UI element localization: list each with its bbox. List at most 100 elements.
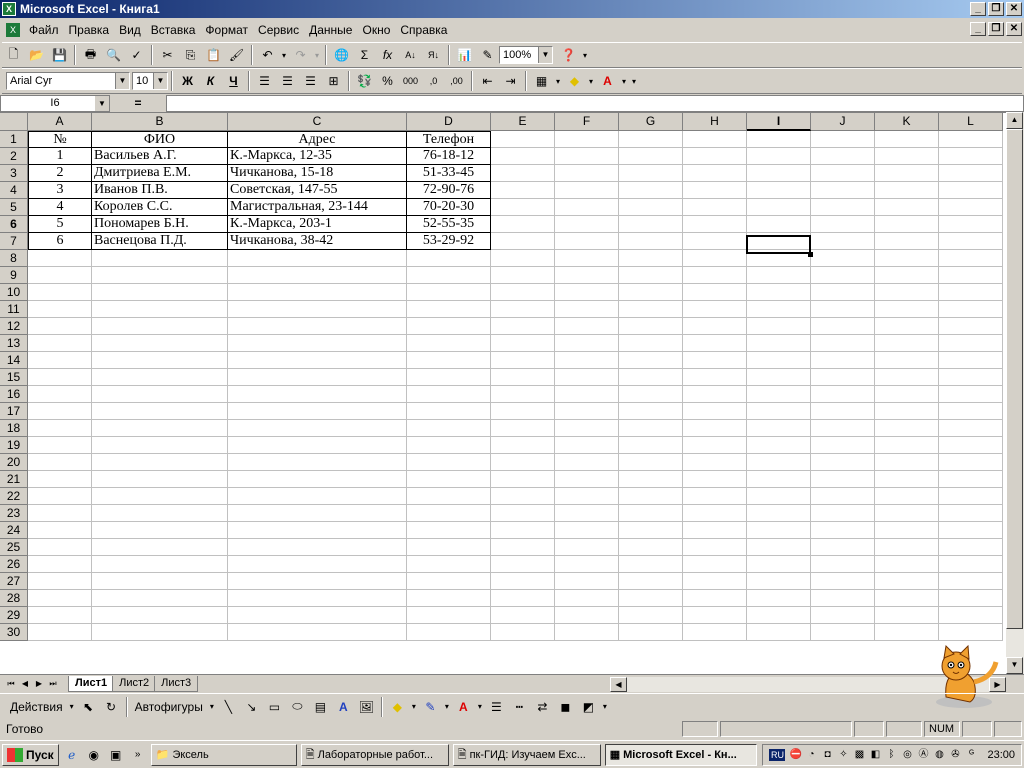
grid-cell[interactable]	[939, 590, 1003, 607]
column-header-c[interactable]: C	[228, 113, 407, 131]
grid-cell[interactable]	[747, 590, 811, 607]
grid-cell[interactable]	[28, 420, 92, 437]
grid-cell[interactable]	[491, 335, 555, 352]
grid-cell[interactable]	[747, 437, 811, 454]
grid-cell[interactable]	[228, 284, 407, 301]
row-header[interactable]: 8	[0, 250, 28, 267]
grid-cell[interactable]	[28, 522, 92, 539]
grid-cell[interactable]	[491, 505, 555, 522]
grid-cell[interactable]	[407, 488, 491, 505]
grid-cell[interactable]	[683, 437, 747, 454]
grid-cell[interactable]: Адрес	[228, 131, 407, 148]
grid-cell[interactable]	[407, 403, 491, 420]
wordart-icon[interactable]: A	[332, 696, 355, 718]
function-icon[interactable]: fx	[376, 44, 399, 66]
menu-insert[interactable]: Вставка	[146, 23, 201, 37]
grid-cell[interactable]	[228, 267, 407, 284]
menu-view[interactable]: Вид	[114, 23, 146, 37]
grid-cell[interactable]	[619, 539, 683, 556]
grid-cell[interactable]: 2	[28, 165, 92, 182]
grid-cell[interactable]	[407, 556, 491, 573]
grid-cell[interactable]	[875, 301, 939, 318]
row-header[interactable]: 22	[0, 488, 28, 505]
actions-menu[interactable]: Действия	[6, 700, 67, 714]
grid-cell[interactable]	[747, 352, 811, 369]
bold-button[interactable]: Ж	[176, 70, 199, 92]
name-box[interactable]: I6 ▼	[0, 94, 110, 112]
grid-cell[interactable]: Советская, 147-55	[228, 182, 407, 199]
tray-app-icon[interactable]: Ⓐ	[917, 749, 929, 761]
grid-cell[interactable]	[407, 454, 491, 471]
grid-cell[interactable]	[747, 148, 811, 165]
volume-icon[interactable]: ◔	[805, 749, 817, 761]
grid-cell[interactable]	[491, 420, 555, 437]
grid-cell[interactable]	[875, 233, 939, 250]
grid-cell[interactable]	[555, 403, 619, 420]
grid-cell[interactable]	[555, 505, 619, 522]
row-header[interactable]: 23	[0, 505, 28, 522]
grid-cell[interactable]	[619, 607, 683, 624]
grid-cell[interactable]	[555, 624, 619, 641]
row-header[interactable]: 10	[0, 284, 28, 301]
grid-cell[interactable]	[619, 369, 683, 386]
grid-cell[interactable]	[491, 301, 555, 318]
prev-sheet-icon[interactable]: ◀	[18, 677, 32, 691]
grid-cell[interactable]	[875, 590, 939, 607]
grid-cell[interactable]	[407, 437, 491, 454]
row-header[interactable]: 28	[0, 590, 28, 607]
grid-cell[interactable]	[491, 352, 555, 369]
grid-cell[interactable]	[811, 250, 875, 267]
grid-cell[interactable]	[811, 165, 875, 182]
actions-dropdown-icon[interactable]: ▾	[67, 696, 77, 718]
grid-cell[interactable]	[683, 454, 747, 471]
underline-button[interactable]: Ч	[222, 70, 245, 92]
spelling-icon[interactable]: ✓	[125, 44, 148, 66]
line-style-icon[interactable]: ☰	[485, 696, 508, 718]
grid-cell[interactable]	[407, 335, 491, 352]
arrow-style-icon[interactable]: ⇄	[531, 696, 554, 718]
grid-cell[interactable]: Пономарев Б.Н.	[92, 216, 228, 233]
grid-cell[interactable]	[811, 607, 875, 624]
column-header-l[interactable]: L	[939, 113, 1003, 131]
grid-cell[interactable]	[555, 607, 619, 624]
grid-cell[interactable]	[875, 454, 939, 471]
last-sheet-icon[interactable]: ⏭	[46, 677, 60, 691]
clip-art-icon[interactable]: 🖼	[355, 696, 378, 718]
autoshapes-menu[interactable]: Автофигуры	[131, 700, 207, 714]
new-icon[interactable]: 🗋	[2, 44, 25, 66]
row-header[interactable]: 18	[0, 420, 28, 437]
worksheet-grid[interactable]: A B C D E F G H I J K L 1 № ФИО Адрес Телефо…	[0, 112, 1006, 674]
grid-cell[interactable]	[747, 318, 811, 335]
grid-cell[interactable]	[228, 437, 407, 454]
scroll-up-icon[interactable]: ▲	[1006, 112, 1023, 129]
grid-cell[interactable]	[683, 352, 747, 369]
grid-cell[interactable]	[683, 403, 747, 420]
grid-cell[interactable]	[491, 182, 555, 199]
grid-cell[interactable]	[28, 556, 92, 573]
grid-cell[interactable]	[811, 131, 875, 148]
grid-cell[interactable]	[491, 437, 555, 454]
grid-cell[interactable]	[875, 369, 939, 386]
grid-cell[interactable]	[555, 335, 619, 352]
grid-cell[interactable]	[747, 522, 811, 539]
grid-cell[interactable]	[407, 267, 491, 284]
grid-cell[interactable]	[228, 454, 407, 471]
grid-cell[interactable]	[555, 250, 619, 267]
grid-cell[interactable]	[619, 233, 683, 250]
align-left-icon[interactable]: ☰	[253, 70, 276, 92]
grid-cell[interactable]	[747, 454, 811, 471]
undo-dropdown-icon[interactable]: ▾	[279, 44, 289, 66]
grid-cell[interactable]	[875, 505, 939, 522]
grid-cell[interactable]	[555, 165, 619, 182]
grid-cell[interactable]	[28, 471, 92, 488]
grid-cell[interactable]	[228, 403, 407, 420]
grid-cell[interactable]	[28, 539, 92, 556]
row-header[interactable]: 3	[0, 165, 28, 182]
grid-cell[interactable]	[939, 437, 1003, 454]
grid-cell[interactable]	[228, 522, 407, 539]
grid-cell[interactable]	[619, 250, 683, 267]
grid-cell[interactable]	[811, 539, 875, 556]
grid-cell[interactable]	[939, 369, 1003, 386]
grid-cell[interactable]	[555, 386, 619, 403]
row-header[interactable]: 7	[0, 233, 28, 250]
